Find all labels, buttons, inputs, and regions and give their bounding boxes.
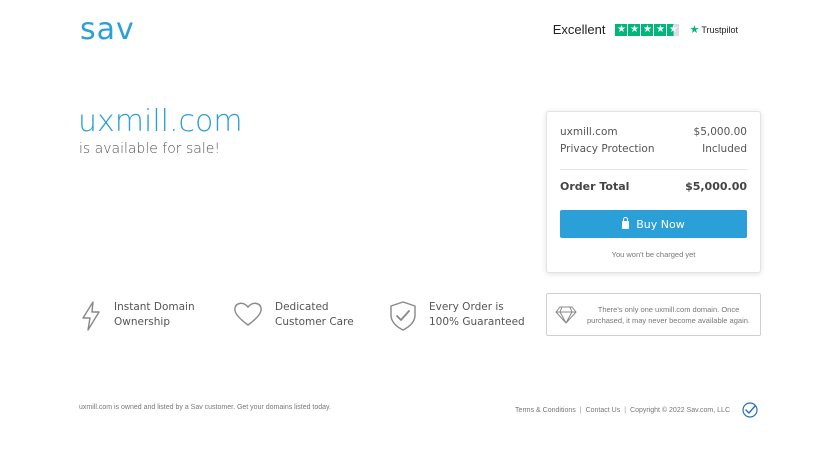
footer-ownership-text: uxmill.com is owned and listed by a Sav …	[79, 404, 331, 411]
feature-line: Customer Care	[275, 316, 354, 328]
feature-line: Every Order is	[429, 301, 504, 313]
trustpilot-rating[interactable]: Excellent ★ ★ ★ ★ ★ ★ Trustpilot	[553, 22, 738, 37]
order-line-label: Privacy Protection	[560, 143, 655, 155]
diamond-icon	[555, 306, 577, 323]
order-total-value: $5,000.00	[685, 180, 747, 193]
feature-line: Dedicated	[275, 301, 329, 313]
availability-text: is available for sale!	[79, 141, 220, 157]
order-line-domain: uxmill.com $5,000.00	[560, 126, 747, 138]
order-total: Order Total $5,000.00	[560, 180, 747, 193]
lock-icon	[622, 217, 630, 229]
notice-line: purchased, it may never become available…	[586, 315, 750, 325]
order-line-value: $5,000.00	[693, 126, 747, 138]
trustpilot-brand-text: Trustpilot	[701, 24, 738, 35]
feature-instant-ownership: Instant Domain Ownership	[80, 300, 195, 332]
order-line-privacy: Privacy Protection Included	[560, 143, 747, 155]
heart-icon	[234, 302, 262, 326]
shield-check-icon	[390, 301, 416, 331]
buy-now-label: Buy Now	[636, 217, 685, 231]
buy-now-button[interactable]: Buy Now	[560, 210, 747, 238]
sav-logo[interactable]: sav	[80, 12, 135, 47]
notice-text: There's only one uxmill.com domain. Once…	[585, 304, 752, 326]
order-line-label: uxmill.com	[560, 126, 618, 138]
order-total-label: Order Total	[560, 180, 630, 193]
feature-text: Instant Domain Ownership	[114, 300, 195, 330]
feature-line: Ownership	[114, 316, 170, 328]
order-divider	[560, 169, 747, 170]
contact-link[interactable]: Contact Us	[586, 407, 621, 414]
feature-text: Dedicated Customer Care	[275, 300, 354, 330]
charge-note: You won't be charged yet	[611, 250, 696, 259]
unique-domain-notice: There's only one uxmill.com domain. Once…	[546, 293, 761, 336]
terms-link[interactable]: Terms & Conditions	[515, 407, 576, 414]
feature-customer-care: Dedicated Customer Care	[233, 300, 354, 330]
secure-badge-icon	[742, 402, 758, 418]
star-icon: ★	[641, 23, 654, 36]
trustpilot-star-icon: ★	[689, 24, 700, 36]
footer-separator: |	[624, 406, 627, 414]
trustpilot-brand: ★ Trustpilot	[689, 23, 738, 36]
feature-line: 100% Guaranteed	[429, 316, 525, 328]
feature-text: Every Order is 100% Guaranteed	[429, 300, 525, 330]
trustpilot-stars: ★ ★ ★ ★ ★	[615, 23, 680, 36]
domain-name-title: uxmill.com	[78, 104, 243, 139]
star-icon: ★	[628, 23, 641, 36]
feature-line: Instant Domain	[114, 301, 195, 313]
feature-guarantee: Every Order is 100% Guaranteed	[389, 300, 525, 332]
notice-line: There's only one uxmill.com domain. Once	[597, 304, 740, 314]
trustpilot-label: Excellent	[552, 22, 606, 37]
star-icon: ★	[615, 23, 628, 36]
footer-separator: |	[579, 406, 582, 414]
star-icon: ★	[654, 23, 667, 36]
half-star-icon: ★	[667, 23, 680, 36]
order-line-value: Included	[702, 143, 747, 155]
order-card: uxmill.com $5,000.00 Privacy Protection …	[546, 111, 761, 273]
copyright-text: Copyright © 2022 Sav.com, LLC	[630, 406, 730, 414]
lightning-icon	[82, 301, 100, 331]
footer-links: Terms & Conditions | Contact Us | Copyri…	[515, 401, 760, 419]
